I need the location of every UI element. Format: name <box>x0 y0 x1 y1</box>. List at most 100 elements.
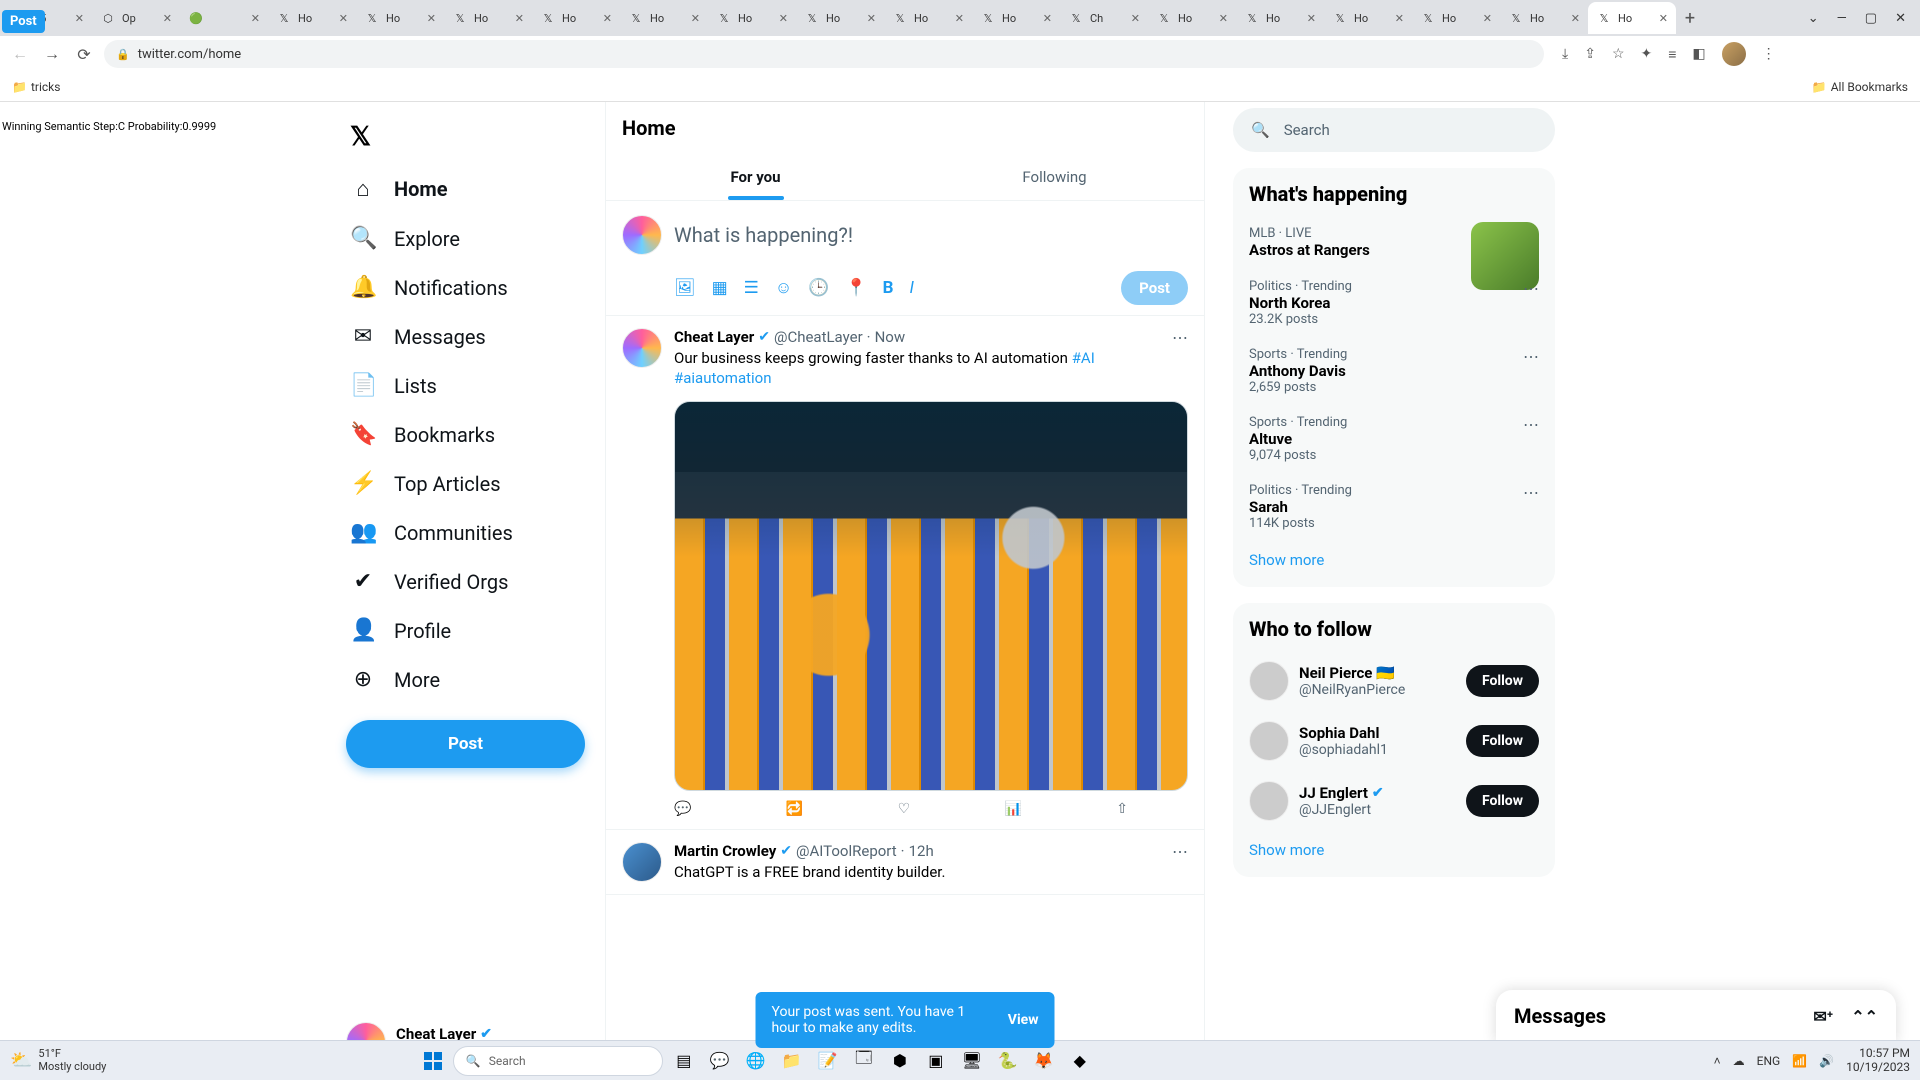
tab-following[interactable]: Following <box>905 154 1204 200</box>
sidebar-item-search[interactable]: 🔍Explore <box>338 214 593 263</box>
vscode-icon[interactable]: 🗔 <box>849 1046 879 1076</box>
window-close[interactable]: ✕ <box>1895 11 1906 26</box>
window-maximize[interactable]: ▢ <box>1865 11 1877 26</box>
follow-suggestion[interactable]: Neil Pierce 🇺🇦@NeilRyanPierceFollow <box>1249 651 1539 711</box>
tab-close-icon[interactable]: ✕ <box>955 12 964 25</box>
trend-item[interactable]: MLB · LIVEAstros at Rangers <box>1249 216 1539 269</box>
app-icon[interactable]: 💬 <box>705 1046 735 1076</box>
post-button-small[interactable]: Post <box>1121 271 1188 305</box>
start-button[interactable] <box>419 1047 447 1075</box>
tab-close-icon[interactable]: ✕ <box>515 12 524 25</box>
browser-tab[interactable]: 𝕏Ch✕ <box>1060 2 1148 34</box>
sidebar-item-bell[interactable]: 🔔Notifications <box>338 263 593 312</box>
side-panel-icon[interactable]: ◧ <box>1692 46 1705 62</box>
task-view-icon[interactable]: ▤ <box>669 1046 699 1076</box>
gif-icon[interactable]: ▦ <box>712 278 728 298</box>
bookmark-star-icon[interactable]: ☆ <box>1612 46 1625 62</box>
tab-close-icon[interactable]: ✕ <box>1307 12 1316 25</box>
share-icon[interactable]: ⇪ <box>1584 46 1596 62</box>
browser-tab[interactable]: 𝕏Ho✕ <box>884 2 972 34</box>
trend-item[interactable]: Politics · TrendingSarah114K posts⋯ <box>1249 473 1539 541</box>
tweet-more-icon[interactable]: ⋯ <box>1172 842 1188 861</box>
trend-item[interactable]: Politics · TrendingNorth Korea23.2K post… <box>1249 269 1539 337</box>
chrome-profile-avatar[interactable] <box>1722 42 1746 66</box>
trend-more-icon[interactable]: ⋯ <box>1523 415 1539 434</box>
volume-icon[interactable]: 🔊 <box>1819 1054 1834 1068</box>
show-more-link[interactable]: Show more <box>1249 541 1539 573</box>
browser-tab[interactable]: 𝕏Ho✕ <box>708 2 796 34</box>
sidebar-item-person[interactable]: 👤Profile <box>338 606 593 655</box>
views-icon[interactable]: 📊 <box>1004 801 1021 817</box>
tab-close-icon[interactable]: ✕ <box>779 12 788 25</box>
extensions-icon[interactable]: ✦ <box>1641 46 1653 62</box>
browser-tab[interactable]: 𝕏Ho✕ <box>1500 2 1588 34</box>
browser-tab[interactable]: 𝕏Ho✕ <box>1236 2 1324 34</box>
follow-suggestion[interactable]: JJ Englert✔@JJEnglertFollow <box>1249 771 1539 831</box>
browser-tab[interactable]: ⬡Op✕ <box>92 2 180 34</box>
terminal-icon[interactable]: ▣ <box>921 1046 951 1076</box>
tab-for-you[interactable]: For you <box>606 154 905 200</box>
emoji-icon[interactable]: ☺ <box>775 278 792 298</box>
browser-tab[interactable]: 𝕏Ho✕ <box>532 2 620 34</box>
tab-close-icon[interactable]: ✕ <box>339 12 348 25</box>
language-icon[interactable]: ENG <box>1757 1054 1781 1068</box>
browser-tab[interactable]: 𝕏Ho✕ <box>796 2 884 34</box>
trend-item[interactable]: Sports · TrendingAnthony Davis2,659 post… <box>1249 337 1539 405</box>
tab-close-icon[interactable]: ✕ <box>1483 12 1492 25</box>
wifi-icon[interactable]: 📶 <box>1792 1054 1807 1068</box>
sidebar-item-bolt[interactable]: ⚡Top Articles <box>338 459 593 508</box>
taskbar-clock[interactable]: 10:57 PM 10/19/2023 <box>1846 1047 1910 1075</box>
tab-close-icon[interactable]: ✕ <box>1659 12 1668 25</box>
explorer-icon[interactable]: 📁 <box>777 1046 807 1076</box>
tab-close-icon[interactable]: ✕ <box>1571 12 1580 25</box>
tab-close-icon[interactable]: ✕ <box>1395 12 1404 25</box>
taskbar-weather[interactable]: ⛅ 51°F Mostly cloudy <box>10 1048 106 1072</box>
tab-close-icon[interactable]: ✕ <box>1131 12 1140 25</box>
trend-more-icon[interactable]: ⋯ <box>1523 483 1539 502</box>
chrome-menu-icon[interactable]: ⋮ <box>1762 46 1776 62</box>
sidebar-item-list[interactable]: 📄Lists <box>338 361 593 410</box>
tab-close-icon[interactable]: ✕ <box>1043 12 1052 25</box>
notepad-icon[interactable]: 📝 <box>813 1046 843 1076</box>
app-icon[interactable]: ⬢ <box>885 1046 915 1076</box>
tab-search-icon[interactable]: ⌄ <box>1808 11 1819 26</box>
install-icon[interactable]: ⤓ <box>1562 46 1568 62</box>
tab-close-icon[interactable]: ✕ <box>427 12 436 25</box>
browser-tab[interactable]: 𝕏Ho✕ <box>1588 2 1676 34</box>
new-message-icon[interactable]: ✉⁺ <box>1813 1007 1833 1026</box>
reply-icon[interactable]: 💬 <box>674 801 691 817</box>
sidebar-item-more[interactable]: ⊕More <box>338 655 593 704</box>
compose-input[interactable]: What is happening?! <box>674 215 1188 271</box>
tab-close-icon[interactable]: ✕ <box>867 12 876 25</box>
retweet-icon[interactable]: 🔁 <box>786 801 803 817</box>
share-icon[interactable]: ⇧ <box>1116 801 1128 817</box>
follow-button[interactable]: Follow <box>1466 785 1539 817</box>
tab-close-icon[interactable]: ✕ <box>1219 12 1228 25</box>
poll-icon[interactable]: ☰ <box>744 278 759 298</box>
browser-tab[interactable]: 𝕏Ho✕ <box>1412 2 1500 34</box>
reading-list-icon[interactable]: ≡ <box>1668 46 1676 63</box>
url-field[interactable]: 🔒 twitter.com/home <box>104 40 1544 68</box>
tab-close-icon[interactable]: ✕ <box>251 12 260 25</box>
sidebar-item-people[interactable]: 👥Communities <box>338 508 593 557</box>
taskbar-search[interactable]: 🔍 Search <box>453 1046 663 1076</box>
tab-close-icon[interactable]: ✕ <box>603 12 612 25</box>
hashtag[interactable]: #AI <box>1072 349 1095 367</box>
bold-icon[interactable]: B <box>883 278 894 298</box>
messages-drawer[interactable]: Messages ✉⁺ ⌃⌃ <box>1496 990 1896 1042</box>
schedule-icon[interactable]: 🕒 <box>808 278 829 298</box>
tweet[interactable]: Martin Crowley ✔ @AIToolReport · 12h Cha… <box>606 830 1204 895</box>
trend-more-icon[interactable]: ⋯ <box>1523 279 1539 298</box>
nav-back-icon[interactable]: ← <box>8 44 32 64</box>
sidebar-item-home[interactable]: ⌂Home <box>338 164 593 214</box>
italic-icon[interactable]: I <box>909 278 913 298</box>
browser-tab[interactable]: 𝕏Ho✕ <box>1324 2 1412 34</box>
browser-tab[interactable]: 𝕏Ho✕ <box>972 2 1060 34</box>
browser-tab[interactable]: 𝕏Ho✕ <box>1148 2 1236 34</box>
window-minimize[interactable]: — <box>1837 11 1847 26</box>
tweet-more-icon[interactable]: ⋯ <box>1172 328 1188 347</box>
search-input[interactable]: 🔍 Search <box>1233 108 1555 152</box>
new-tab-button[interactable]: + <box>1676 8 1704 29</box>
chrome-icon[interactable]: 🌐 <box>741 1046 771 1076</box>
hashtag[interactable]: #aiautomation <box>674 369 772 387</box>
